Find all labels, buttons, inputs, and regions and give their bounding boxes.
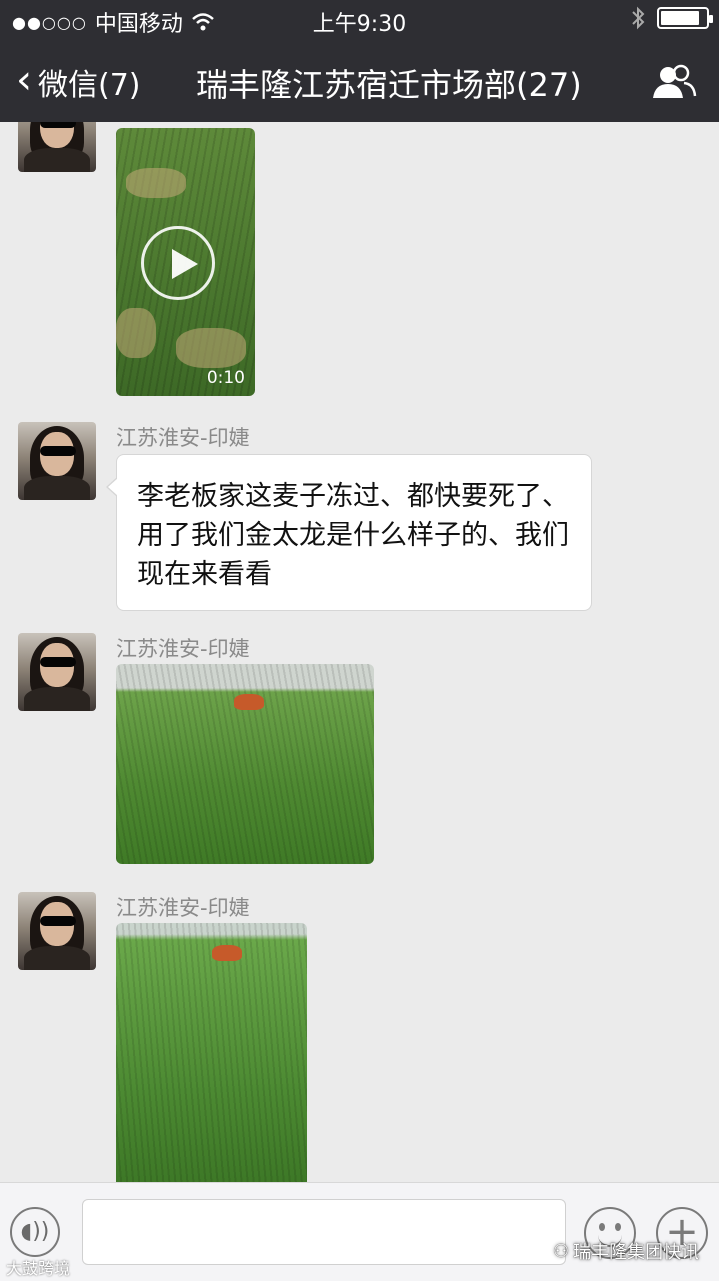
wechat-logo-icon: ⚇ [553, 1240, 570, 1262]
image-message[interactable] [116, 664, 374, 864]
voice-icon[interactable]: ◖)) [10, 1207, 60, 1257]
avatar[interactable] [18, 633, 96, 711]
battery-icon [657, 7, 713, 29]
status-bar: ●●○○○ 中国移动 上午9:30 [0, 0, 719, 40]
sender-name: 江苏淮安-印婕 [116, 637, 250, 661]
watermark-right-text: 瑞丰隆集团快讯 [573, 1242, 700, 1263]
avatar[interactable] [18, 122, 96, 172]
video-duration: 0:10 [206, 368, 245, 388]
avatar[interactable] [18, 422, 96, 500]
back-label: 微信(7) [38, 68, 141, 103]
image-message[interactable] [116, 923, 307, 1182]
back-button[interactable]: ‹ 微信(7) [16, 60, 141, 104]
message-input[interactable] [82, 1199, 566, 1265]
message-list[interactable]: 0:10 江苏淮安-印婕 李老板家这麦子冻过、都快要死了、用了我们金太龙是什么样… [0, 122, 719, 1182]
watermark-right: ⚇ 瑞丰隆集团快讯 [553, 1238, 699, 1264]
watermark-left: 大鼓跨境 [6, 1259, 71, 1278]
sender-name: 江苏淮安-印婕 [116, 426, 250, 450]
group-members-icon[interactable] [651, 64, 697, 100]
input-bar: ◖)) + [0, 1182, 719, 1281]
chat-title: 瑞丰隆江苏宿迁市场部(27) [196, 66, 582, 104]
video-message[interactable]: 0:10 [116, 128, 255, 396]
chevron-left-icon: ‹ [16, 57, 32, 103]
text-message-bubble[interactable]: 李老板家这麦子冻过、都快要死了、用了我们金太龙是什么样子的、我们现在来看看 [106, 454, 592, 611]
sender-name: 江苏淮安-印婕 [116, 896, 250, 920]
play-icon[interactable] [141, 226, 215, 300]
bluetooth-icon [632, 6, 645, 30]
status-time: 上午9:30 [312, 12, 407, 37]
chat-header: ‹ 微信(7) 瑞丰隆江苏宿迁市场部(27) [0, 40, 719, 122]
avatar[interactable] [18, 892, 96, 970]
